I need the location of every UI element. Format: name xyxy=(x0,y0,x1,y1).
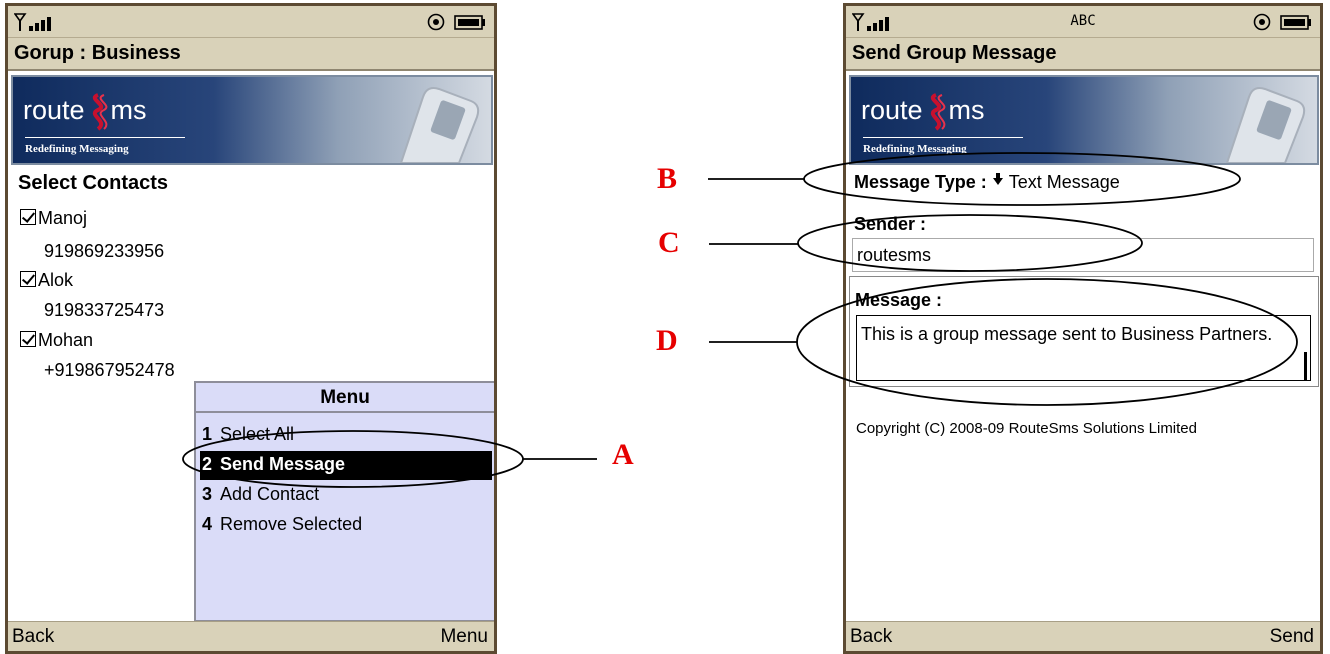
sender-label: Sender : xyxy=(854,214,927,234)
contact-name: Alok xyxy=(38,270,74,290)
menu-item-remove-selected[interactable]: 4 Remove Selected xyxy=(200,511,492,540)
back-softkey[interactable]: Back xyxy=(850,626,892,648)
phone-device-icon xyxy=(399,87,480,163)
menu-item-label: Remove Selected xyxy=(220,514,363,534)
message-group: Message : This is a group message sent t… xyxy=(849,276,1319,387)
menu-item-number: 1 xyxy=(202,424,213,444)
brand-text-left: route xyxy=(23,95,85,126)
menu-item-select-all[interactable]: 1 Select All xyxy=(200,421,492,450)
contact-checkbox-mohan[interactable]: Mohan xyxy=(20,330,93,351)
screen-title: Gorup : Business xyxy=(8,38,494,71)
sender-input[interactable]: routesms xyxy=(852,238,1314,272)
network-icon xyxy=(1253,13,1271,31)
status-bar xyxy=(8,6,494,38)
menu-item-send-message[interactable]: 2 Send Message xyxy=(200,451,492,480)
routesms-banner: route ms Redefining Messaging xyxy=(849,75,1319,165)
banner-tagline: Redefining Messaging xyxy=(25,143,129,155)
menu-item-label: Add Contact xyxy=(220,484,320,504)
logo-swirl-icon xyxy=(930,93,945,131)
contact-checkbox-manoj[interactable]: Manoj xyxy=(20,208,87,229)
routesms-logo: route ms xyxy=(861,93,985,131)
right-phone-screen: ABC Send Group Message route ms Redefinin… xyxy=(843,3,1323,654)
battery-icon xyxy=(454,15,485,30)
logo-swirl-icon xyxy=(92,93,107,131)
menu-softkey[interactable]: Menu xyxy=(440,626,488,648)
menu-item-label: Select All xyxy=(220,424,295,444)
menu-item-number: 3 xyxy=(202,484,213,504)
contact-number: 919869233956 xyxy=(44,241,165,261)
softkey-bar: Back Send xyxy=(846,621,1320,651)
menu-item-label: Send Message xyxy=(220,454,346,474)
message-scrollbar[interactable] xyxy=(1304,352,1307,380)
options-menu: Menu 1 Select All 2 Send Message 3 Add Cont… xyxy=(194,381,494,622)
signal-strength-icon xyxy=(14,13,51,31)
message-textarea[interactable]: This is a group message sent to Business… xyxy=(856,315,1311,381)
message-type-label: Message Type : xyxy=(854,172,987,192)
checkbox-checked-icon xyxy=(20,209,36,225)
annotation-label-a: A xyxy=(612,438,634,471)
softkey-bar: Back Menu xyxy=(8,621,494,651)
contact-number: +919867952478 xyxy=(44,360,175,380)
left-phone-screen: Gorup : Business route ms Redefining Mess… xyxy=(5,3,497,654)
select-contacts-heading: Select Contacts xyxy=(18,172,169,194)
checkbox-checked-icon xyxy=(20,271,36,287)
banner-tagline: Redefining Messaging xyxy=(863,143,967,155)
brand-text-left: route xyxy=(861,95,923,126)
message-type-selector[interactable]: Text Message xyxy=(992,172,1120,193)
dropdown-arrow-icon xyxy=(993,173,1003,185)
message-text: This is a group message sent to Business… xyxy=(861,324,1273,344)
checkbox-checked-icon xyxy=(20,331,36,347)
input-mode-indicator: ABC xyxy=(1070,13,1096,29)
screen-title: Send Group Message xyxy=(846,38,1320,71)
message-label: Message : xyxy=(855,290,943,310)
message-type-value: Text Message xyxy=(1008,172,1120,192)
banner-divider xyxy=(25,137,185,138)
annotation-label-b: B xyxy=(657,162,678,195)
contact-name: Mohan xyxy=(38,330,94,350)
menu-item-add-contact[interactable]: 3 Add Contact xyxy=(200,481,492,510)
routesms-logo: route ms xyxy=(23,93,147,131)
phone-device-icon xyxy=(1225,87,1306,163)
banner-divider xyxy=(863,137,1023,138)
menu-title: Menu xyxy=(196,383,494,413)
annotation-label-c: C xyxy=(658,226,680,259)
back-softkey[interactable]: Back xyxy=(12,626,54,648)
routesms-banner: route ms Redefining Messaging xyxy=(11,75,493,165)
menu-item-number: 2 xyxy=(202,454,213,474)
send-softkey[interactable]: Send xyxy=(1270,626,1314,648)
contact-checkbox-alok[interactable]: Alok xyxy=(20,270,73,291)
menu-item-number: 4 xyxy=(202,514,213,534)
annotation-label-d: D xyxy=(656,324,678,357)
status-bar: ABC xyxy=(846,6,1320,38)
network-icon xyxy=(427,13,445,31)
battery-icon xyxy=(1280,15,1311,30)
brand-text-right: ms xyxy=(948,95,985,126)
copyright-text: Copyright (C) 2008-09 RouteSms Solutions… xyxy=(856,420,1197,437)
brand-text-right: ms xyxy=(110,95,147,126)
contact-number: 919833725473 xyxy=(44,300,165,320)
contact-name: Manoj xyxy=(38,208,88,228)
